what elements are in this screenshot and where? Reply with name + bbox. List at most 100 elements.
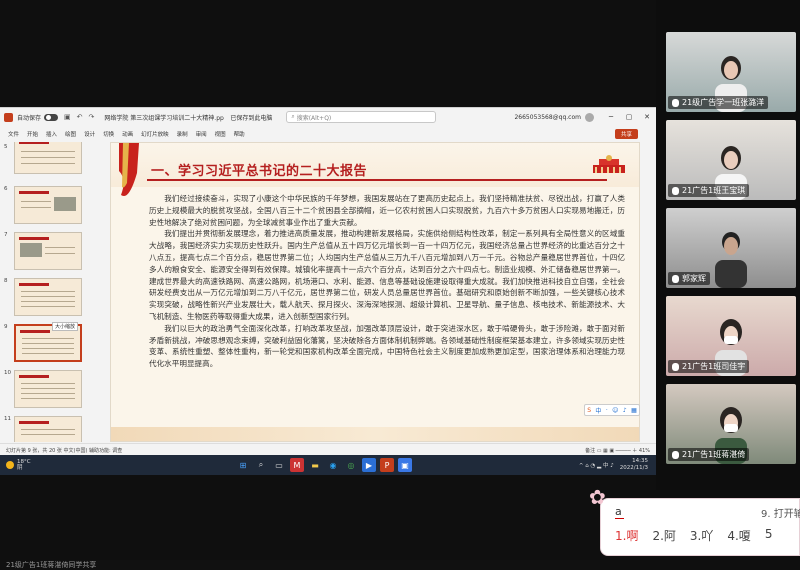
thumb-number: 5: [4, 144, 8, 150]
mic-icon: [672, 450, 679, 459]
account-name[interactable]: 2665053568@qq.com: [514, 114, 581, 121]
ime-toolbar[interactable]: S 中 · ☺ ♪ ▦: [584, 404, 640, 416]
task-view-icon[interactable]: ▭: [272, 458, 286, 472]
share-button[interactable]: 共享: [614, 129, 638, 139]
search-placeholder: 搜索(Alt+Q): [296, 114, 332, 122]
status-right[interactable]: 备注 ▭ ▦ ▣ ───── ＋ 41%: [585, 447, 650, 454]
weather-widget[interactable]: 18°C 阴: [6, 459, 31, 471]
tab-record[interactable]: 录制: [177, 130, 188, 138]
participant-tile[interactable]: 21级广告学一班张潞洋: [666, 32, 796, 112]
candidate[interactable]: 2.阿: [652, 527, 675, 544]
paragraph: 我们经过接续奋斗，实现了小康这个中华民族的千年梦想，我国发展站在了更高历史起点上…: [149, 194, 625, 227]
slide-thumbnail[interactable]: [14, 232, 82, 270]
ime-emoji-icon[interactable]: ☺: [612, 407, 618, 414]
file-name: 网络学院 第三次组课学习培训二十大精神.pptx: [104, 114, 225, 122]
app-icon[interactable]: ▣: [398, 458, 412, 472]
tab-animations[interactable]: 动画: [122, 130, 133, 138]
weather-icon: [6, 461, 14, 469]
thumb-number: 8: [4, 278, 8, 284]
title-bar: 自动保存 ▣ ↶ ↷ 网络学院 第三次组课学习培训二十大精神.pptx 已保存到…: [0, 108, 656, 126]
avatar[interactable]: [585, 112, 594, 122]
thumb-number: 9: [4, 324, 8, 330]
search-icon[interactable]: ⌕: [254, 458, 268, 472]
ribbon-tabs: 文件 开始 插入 绘图 设计 切换 动画 幻灯片放映 录制 审阅 视图 帮助 共…: [0, 127, 656, 141]
ime-mic-icon[interactable]: ♪: [623, 407, 627, 414]
windows-start-icon[interactable]: ⊞: [236, 458, 250, 472]
slide-thumbnail[interactable]: [14, 142, 82, 174]
great-hall-icon: [593, 155, 625, 173]
candidate[interactable]: 1.啊: [615, 527, 638, 544]
sogou-icon[interactable]: S: [587, 407, 591, 414]
ime-punct-icon[interactable]: ·: [606, 407, 608, 414]
participant-tile[interactable]: 21广告1班王宝琪: [666, 120, 796, 200]
candidate[interactable]: 3.吖: [690, 527, 713, 544]
mic-icon: [672, 98, 679, 107]
minimize-icon[interactable]: ─: [602, 113, 620, 121]
tray-icons[interactable]: ^ ⌂ ◔ ▂ 中 ♪: [579, 461, 614, 469]
paragraph: 我们提出并贯彻新发展理念，着力推进高质量发展，推动构建新发展格局，实施供给侧结构…: [149, 229, 625, 321]
ime-input[interactable]: a: [615, 505, 624, 519]
tab-transitions[interactable]: 切换: [103, 130, 114, 138]
thumb-number: 7: [4, 232, 8, 238]
participant-video-panel: 21级广告学一班张潞洋 21广告1班王宝琪 郭家辉 21广告1班司佳宇 21广告…: [656, 0, 800, 490]
slide-canvas[interactable]: 一、学习习近平总书记的二十大报告 我们经过接续奋斗，实现了小康这个中华民族的千年…: [110, 142, 640, 442]
participant-video: [715, 232, 747, 288]
participant-tile[interactable]: 郭家辉: [666, 208, 796, 288]
tab-view[interactable]: 视图: [215, 130, 226, 138]
participant-name: 21广告1班司佳宇: [668, 360, 750, 373]
ribbon-decoration: [119, 143, 139, 197]
slide-body-text[interactable]: 我们经过接续奋斗，实现了小康这个中华民族的千年梦想，我国发展站在了更高历史起点上…: [149, 193, 625, 433]
undo-icon[interactable]: ↶: [77, 113, 83, 121]
participant-tile[interactable]: 21广告1班蒋湛倚: [666, 384, 796, 464]
candidate[interactable]: 5: [765, 527, 773, 544]
tab-help[interactable]: 帮助: [234, 130, 245, 138]
weather-text: 阴: [17, 465, 23, 471]
thumb-number: 6: [4, 186, 8, 192]
ime-lang-icon[interactable]: 中: [595, 406, 601, 415]
chrome-icon[interactable]: ◎: [344, 458, 358, 472]
tab-file[interactable]: 文件: [8, 130, 19, 138]
autosave-toggle[interactable]: [44, 113, 59, 121]
slide-thumbnail[interactable]: [14, 370, 82, 408]
slide-thumbnails: 5 6 7 8 9 10 11 大小缩放: [0, 142, 96, 442]
tab-review[interactable]: 审阅: [196, 130, 207, 138]
save-icon[interactable]: ▣: [64, 113, 71, 121]
candidate[interactable]: 4.嗄: [727, 527, 750, 544]
maximize-icon[interactable]: ▢: [620, 113, 638, 121]
slide-thumbnail[interactable]: [14, 186, 82, 224]
thumb-number: 10: [4, 370, 11, 376]
title-underline: [147, 179, 607, 181]
status-left: 幻灯片第 9 张，共 20 张 中文(中国) 辅助功能: 调查: [6, 447, 123, 454]
powerpoint-icon: [4, 112, 13, 122]
flower-icon: ✿: [589, 485, 606, 509]
clock[interactable]: 14:35 2022/11/3: [620, 458, 648, 472]
tab-slideshow[interactable]: 幻灯片放映: [141, 130, 169, 138]
date: 2022/11/3: [619, 465, 648, 471]
participant-name: 21广告1班蒋湛倚: [668, 448, 750, 461]
participant-tile[interactable]: 21广告1班司佳宇: [666, 296, 796, 376]
ime-keyboard-icon[interactable]: ▦: [631, 407, 637, 414]
taskbar-apps: ⊞ ⌕ ▭ M ▬ ◉ ◎ ▶ P ▣: [236, 458, 416, 472]
meeting-app-icon[interactable]: ▶: [362, 458, 376, 472]
powerpoint-taskbar-icon[interactable]: P: [380, 458, 394, 472]
tab-design[interactable]: 设计: [84, 130, 95, 138]
search-icon: ⌕: [291, 113, 295, 120]
folder-icon[interactable]: ▬: [308, 458, 322, 472]
ime-hint[interactable]: 9. 打开输: [761, 505, 800, 520]
close-icon[interactable]: ✕: [638, 113, 656, 121]
save-status[interactable]: 已保存到此电脑: [230, 113, 272, 122]
ime-candidate-window[interactable]: ✿ a 9. 打开输 1.啊 2.阿 3.吖 4.嗄 5: [589, 485, 800, 556]
tab-draw[interactable]: 绘图: [65, 130, 76, 138]
tab-home[interactable]: 开始: [27, 130, 38, 138]
search-input[interactable]: ⌕ 搜索(Alt+Q): [286, 111, 437, 123]
redo-icon[interactable]: ↷: [89, 113, 95, 121]
slide-thumbnail[interactable]: [14, 278, 82, 316]
mic-icon: [672, 362, 679, 371]
mic-icon: [672, 274, 679, 283]
slide-thumbnail[interactable]: [14, 416, 82, 442]
tab-insert[interactable]: 插入: [46, 130, 57, 138]
autosave-label: 自动保存: [17, 114, 42, 122]
edge-icon[interactable]: ◉: [326, 458, 340, 472]
app-icon[interactable]: M: [290, 458, 304, 472]
paragraph: 我们以巨大的政治勇气全面深化改革，打响改革攻坚战，加强改革顶层设计，敢于突进深水…: [149, 323, 625, 369]
